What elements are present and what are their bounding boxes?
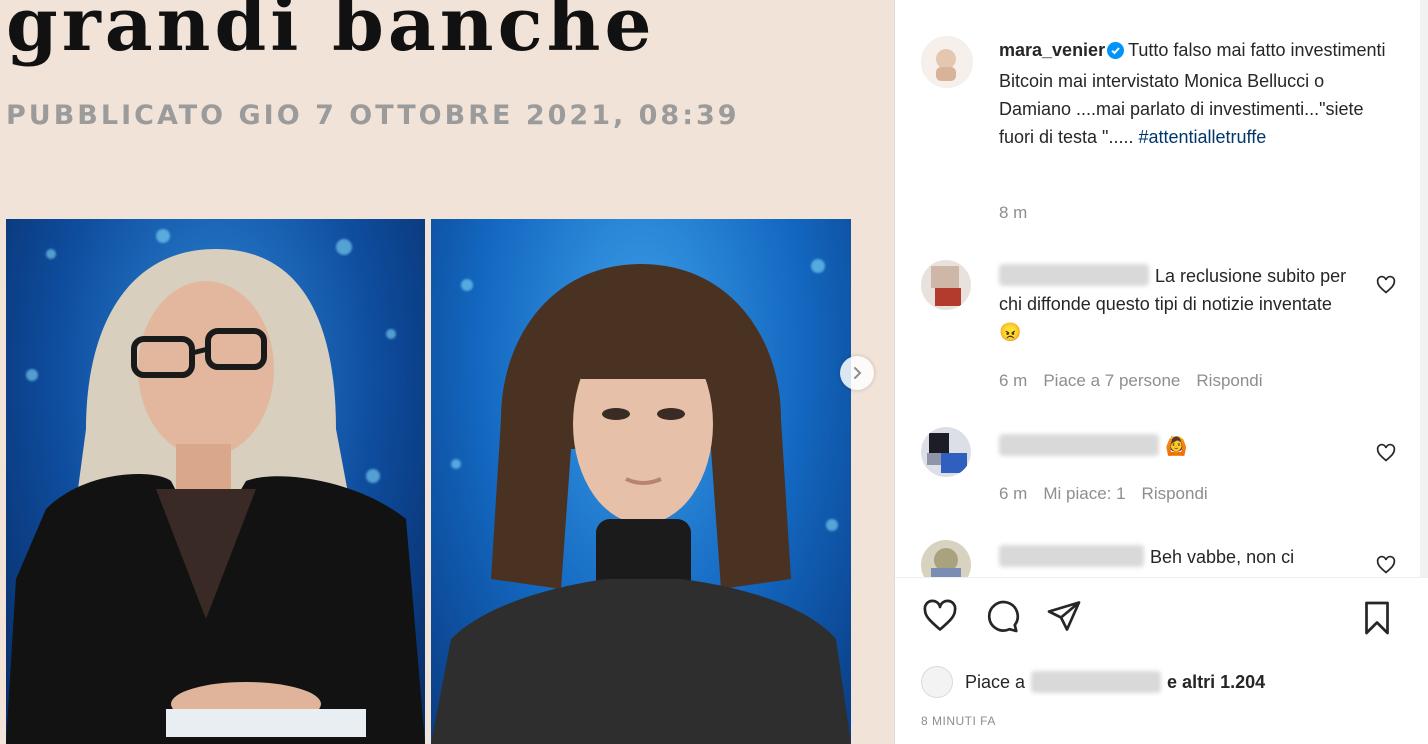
woman-figure bbox=[6, 249, 425, 744]
comment-icon[interactable] bbox=[983, 598, 1021, 634]
blurred-username[interactable] bbox=[999, 545, 1144, 567]
heart-icon[interactable] bbox=[1376, 443, 1396, 463]
comment-text: Beh vabbe, non ci bbox=[1150, 547, 1295, 567]
article-date: PUBBLICATO GIO 7 OTTOBRE 2021, 08:39 bbox=[6, 100, 740, 131]
likes-summary: Piace a e altri 1.204 bbox=[921, 666, 1265, 698]
comment: Beh vabbe, non ci bbox=[999, 543, 1359, 571]
comment-likes[interactable]: Mi piace: 1 bbox=[1043, 484, 1125, 503]
caption-time-text: 8 m bbox=[999, 203, 1028, 222]
photo-left bbox=[6, 219, 425, 744]
bookmark-icon[interactable] bbox=[1359, 598, 1395, 638]
liker-avatar[interactable] bbox=[921, 666, 953, 698]
comments-list[interactable]: mara_venier Tutto falso mai fatto investi… bbox=[895, 0, 1420, 577]
author-username[interactable]: mara_venier bbox=[999, 40, 1105, 60]
blurred-username[interactable] bbox=[999, 264, 1149, 286]
heart-icon[interactable] bbox=[1376, 275, 1396, 295]
commenter-avatar[interactable] bbox=[921, 260, 971, 310]
photo-right bbox=[431, 219, 851, 744]
comment: La reclusione subito per chi diffonde qu… bbox=[999, 262, 1359, 346]
caption-hashtag[interactable]: #attentialletruffe bbox=[1138, 127, 1266, 147]
post-time: 8 MINUTI FA bbox=[921, 714, 996, 728]
comment: 🙆 bbox=[999, 432, 1359, 460]
comment-text: 🙆 bbox=[1165, 436, 1188, 456]
caption: mara_venier Tutto falso mai fatto investi… bbox=[999, 36, 1399, 151]
commenter-avatar[interactable] bbox=[921, 427, 971, 477]
caption-time: 8 m bbox=[999, 203, 1043, 223]
man-figure bbox=[431, 264, 851, 744]
post-side-panel: mara_venier Tutto falso mai fatto investi… bbox=[894, 0, 1428, 744]
reply-button[interactable]: Rispondi bbox=[1196, 371, 1262, 390]
comments-scrollbar[interactable] bbox=[1420, 0, 1428, 577]
blurred-username[interactable] bbox=[999, 434, 1159, 456]
likes-prefix: Piace a bbox=[965, 671, 1026, 692]
article-title: grandi banche bbox=[6, 0, 656, 68]
blurred-liker[interactable] bbox=[1031, 671, 1162, 693]
author-avatar[interactable] bbox=[921, 36, 973, 88]
chevron-right-icon bbox=[854, 367, 862, 379]
comment-time: 6 m bbox=[999, 371, 1028, 390]
post-actions: Piace a e altri 1.204 8 MINUTI FA bbox=[895, 577, 1428, 744]
comment-meta: 6 m Piace a 7 persone Rispondi bbox=[999, 371, 1279, 391]
comment-time: 6 m bbox=[999, 484, 1028, 503]
verified-icon bbox=[1107, 39, 1125, 67]
commenter-avatar[interactable] bbox=[921, 540, 971, 577]
heart-icon[interactable] bbox=[1376, 555, 1396, 575]
share-icon[interactable] bbox=[1045, 598, 1083, 634]
post-media[interactable]: grandi banche PUBBLICATO GIO 7 OTTOBRE 2… bbox=[0, 0, 894, 744]
next-slide-button[interactable] bbox=[840, 356, 874, 390]
comment-meta: 6 m Mi piace: 1 Rispondi bbox=[999, 484, 1224, 504]
comment-likes[interactable]: Piace a 7 persone bbox=[1043, 371, 1180, 390]
reply-button[interactable]: Rispondi bbox=[1142, 484, 1208, 503]
likes-count[interactable]: e altri 1.204 bbox=[1167, 672, 1265, 693]
like-heart-icon[interactable] bbox=[921, 598, 959, 634]
